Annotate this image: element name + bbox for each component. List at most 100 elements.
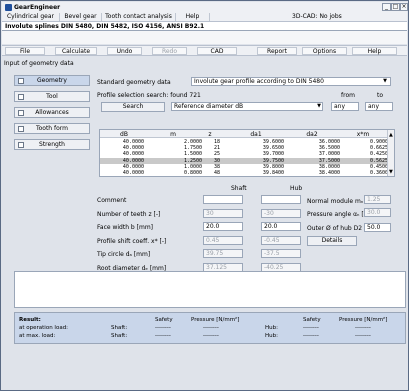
nav-geometry[interactable]: Geometry	[14, 75, 90, 86]
table-cell: 39.7000	[262, 151, 284, 158]
file-button[interactable]: File	[5, 47, 45, 55]
cad-button[interactable]: CAD	[197, 47, 237, 55]
minimize-icon[interactable]: _	[382, 3, 391, 11]
nav-tooth-form[interactable]: Tooth form	[14, 123, 90, 134]
to-label: to	[377, 92, 384, 99]
result-value: --------	[355, 325, 371, 331]
from-input[interactable]: any	[331, 102, 359, 111]
notes-area[interactable]	[14, 271, 406, 308]
form-row-label: Face width b [mm]	[97, 224, 154, 231]
shaft-input[interactable]: 0.45	[203, 235, 243, 245]
help-button[interactable]: Help	[352, 47, 397, 55]
table-cell: 21	[213, 145, 220, 152]
table-cell: 37.0000	[318, 151, 340, 158]
table-cell: 40.0000	[122, 151, 144, 158]
strength-icon	[18, 142, 24, 148]
column-header: da2	[306, 131, 318, 138]
maximize-icon[interactable]: □	[391, 3, 400, 11]
table-cell: 38.0000	[318, 163, 340, 170]
undo-button[interactable]: Undo	[107, 47, 142, 55]
table-cell: 0.4500	[369, 163, 388, 170]
hub-input[interactable]: 20.0	[261, 222, 301, 231]
normal-module-input[interactable]: 1.25	[364, 195, 391, 204]
options-button[interactable]: Options	[302, 47, 347, 55]
table-row[interactable]: 40.0000 0.8000 48 39.8400 38.4000 0.3600	[100, 170, 388, 176]
column-header: dB	[120, 131, 128, 138]
table-cell: 40.0000	[122, 139, 144, 145]
table-cell: 48	[213, 170, 220, 176]
table-row[interactable]: 40.0000 1.0000 38 39.8000 38.0000 0.4500	[100, 164, 388, 170]
chevron-down-icon[interactable]: ▼	[389, 169, 393, 175]
max-load-label: at max. load:	[19, 333, 56, 339]
close-icon[interactable]: ×	[400, 3, 408, 11]
shaft-input[interactable]: 39.75	[203, 249, 243, 258]
table-cell: 0.3600	[369, 170, 388, 176]
column-header: x*m	[356, 131, 370, 138]
table-cell: 2.0000	[183, 139, 202, 145]
hub-input[interactable]: -37.5	[261, 249, 301, 258]
pressure-angle-label: Pressure angle αₙ [°]	[307, 211, 370, 218]
calculate-button[interactable]: Calculate	[55, 47, 97, 55]
column-header: z	[208, 131, 212, 138]
profile-table[interactable]: dB m z da1 da2 x*m 40.0000 2.0000 18 39.600…	[99, 129, 395, 177]
menu-help[interactable]: Help	[176, 13, 210, 21]
nav-tool[interactable]: Tool	[14, 91, 90, 102]
shaft-input[interactable]	[203, 195, 243, 204]
nav-allowances[interactable]: Allowances	[14, 107, 90, 118]
table-cell: 30	[213, 157, 220, 164]
details-button[interactable]: Details	[307, 236, 357, 246]
form-row-label: Comment	[97, 197, 127, 204]
table-cell: 37.5000	[318, 157, 340, 164]
hub-input[interactable]	[261, 195, 301, 204]
table-cell: 1.0000	[183, 163, 202, 170]
chevron-up-icon[interactable]: ▲	[389, 132, 393, 138]
hub-pressure-header: Pressure [N/mm²]	[339, 317, 388, 323]
table-row[interactable]: 40.0000 1.5000 25 39.7000 37.0000 0.4250	[100, 151, 388, 157]
menu-cylindrical-gear[interactable]: Cylindrical gear	[2, 13, 60, 21]
nav-strength[interactable]: Strength	[14, 139, 90, 150]
shaft-input[interactable]: 30	[203, 208, 243, 218]
table-cell: 25	[213, 151, 220, 158]
pressure-angle-input[interactable]: 30.0	[364, 208, 391, 217]
tool-icon	[18, 94, 24, 100]
table-cell: 0.4250	[369, 151, 388, 158]
table-cell: 38	[213, 163, 220, 170]
menu-bevel-gear[interactable]: Bevel gear	[60, 13, 102, 21]
shaft-input[interactable]: 20.0	[203, 222, 243, 231]
shaft-safety-header: Safety	[155, 317, 173, 323]
table-cell: 1.2500	[183, 157, 202, 164]
hub-input[interactable]: -30	[261, 208, 301, 218]
search-button[interactable]: Search	[101, 102, 165, 112]
standard-select[interactable]: Involute gear profile according to DIN 5…	[191, 77, 391, 86]
table-row[interactable]: 40.0000 1.2500 30 39.7500 37.5000 0.5625	[100, 157, 388, 164]
result-panel: Result: Safety Pressure [N/mm²] Safety P…	[14, 312, 406, 344]
document-tabs	[2, 31, 407, 44]
table-cell: 39.8000	[262, 163, 284, 170]
operation-load-label: at operation load:	[19, 325, 69, 331]
table-header: dB m z da1 da2 x*m	[100, 130, 388, 138]
result-value: --------	[155, 325, 171, 331]
outer-diameter-input[interactable]: 50.0	[364, 223, 391, 232]
hub-input[interactable]: -0.45	[261, 235, 301, 245]
table-cell: 0.5625	[369, 157, 388, 164]
report-button[interactable]: Report	[257, 47, 297, 55]
menu-tooth-contact-analysis[interactable]: Tooth contact analysis	[102, 13, 176, 21]
table-cell: 39.8400	[262, 170, 284, 176]
hub-safety-header: Safety	[303, 317, 321, 323]
table-cell: 39.6000	[262, 139, 284, 145]
shaft-label: Shaft:	[111, 325, 128, 331]
search-criteria-select[interactable]: Reference diameter dB	[171, 102, 323, 111]
result-value: --------	[355, 333, 371, 339]
cad-jobs-status: 3D-CAD: No jobs	[292, 13, 342, 20]
table-scrollbar[interactable]: ▲ ▼	[387, 130, 394, 176]
menu-bar: Cylindrical gear Bevel gear Tooth contac…	[2, 12, 407, 22]
table-row[interactable]: 40.0000 1.7500 21 39.6500 36.5000 0.6625	[100, 145, 388, 151]
result-value: --------	[203, 333, 219, 339]
form-row-label: Profile shift coeff. x* [-]	[97, 237, 167, 245]
table-row[interactable]: 40.0000 2.0000 18 39.6000 36.0000 0.9000	[100, 139, 388, 145]
hub-label: Hub:	[265, 325, 278, 331]
side-navigation: Geometry Tool Allowances Tooth form Stre…	[14, 75, 90, 155]
to-input[interactable]: any	[365, 102, 393, 111]
result-value: --------	[203, 325, 219, 331]
redo-button[interactable]: Redo	[152, 47, 187, 55]
